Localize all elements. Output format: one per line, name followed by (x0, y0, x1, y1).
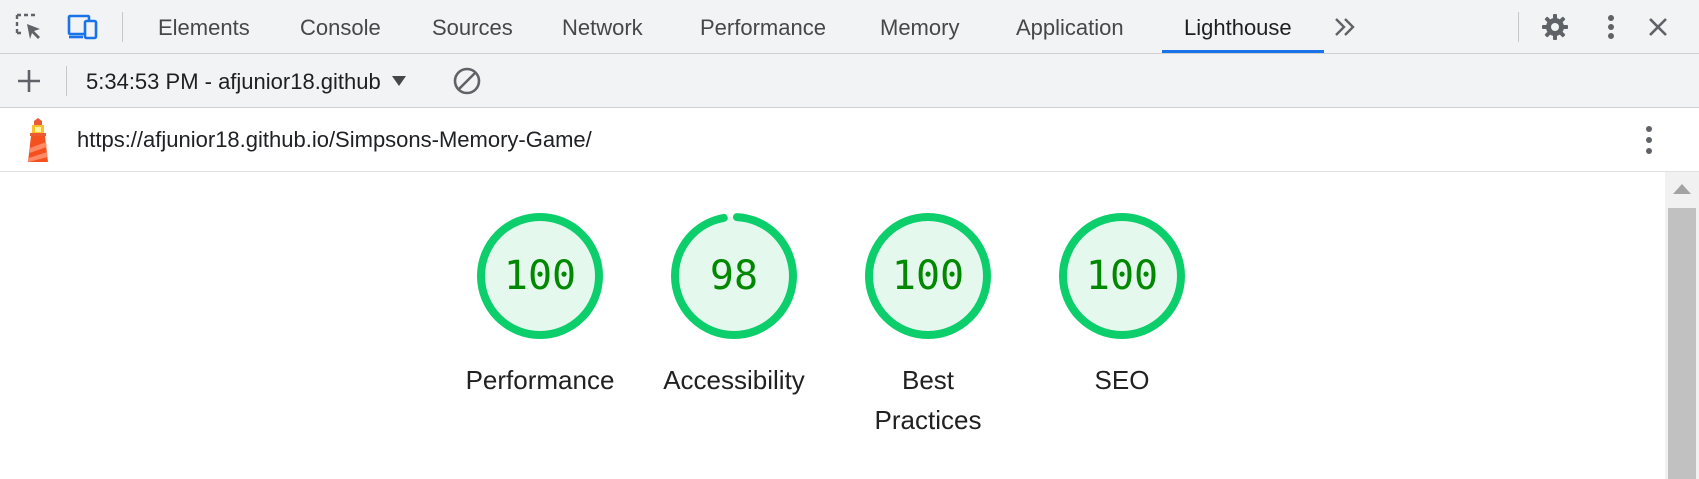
score-value: 100 (503, 253, 577, 299)
inspect-element-icon[interactable] (12, 10, 46, 44)
score-value: 100 (891, 253, 965, 299)
tab-memory[interactable]: Memory (880, 0, 959, 54)
devtools-tab-bar: Elements Console Sources Network Perform… (0, 0, 1699, 54)
toolbar-divider (1518, 12, 1519, 42)
clear-circle-icon[interactable] (450, 64, 484, 98)
device-toolbar-icon[interactable] (66, 10, 100, 44)
tab-performance[interactable]: Performance (700, 0, 826, 54)
report-url-bar: https://afjunior18.github.io/Simpsons-Me… (0, 108, 1699, 172)
report-selector-label: 5:34:53 PM - afjunior18.github (86, 69, 381, 94)
close-icon[interactable] (1641, 10, 1675, 44)
kebab-menu-icon[interactable] (1632, 123, 1666, 157)
score-label: Best Practices (874, 365, 982, 435)
plus-icon[interactable] (12, 64, 46, 98)
toolbar-divider (66, 66, 67, 96)
score-value: 100 (1085, 253, 1159, 299)
tab-console[interactable]: Console (300, 0, 381, 54)
lighthouse-report: 100 Performance 98 Accessibility 100 Bes… (0, 172, 1665, 479)
active-tab-indicator (1162, 50, 1324, 53)
toolbar-divider (122, 12, 123, 42)
tab-sources[interactable]: Sources (432, 0, 513, 54)
triangle-down-icon (391, 76, 406, 86)
report-url: https://afjunior18.github.io/Simpsons-Me… (77, 127, 592, 152)
report-selector[interactable]: 5:34:53 PM - afjunior18.github (86, 54, 407, 108)
chevron-double-right-icon[interactable] (1328, 10, 1362, 44)
score-label: Accessibility (663, 365, 805, 395)
lighthouse-logo-icon (18, 116, 58, 164)
tab-lighthouse[interactable]: Lighthouse (1184, 0, 1292, 54)
score-value: 98 (709, 253, 759, 299)
gear-icon[interactable] (1538, 10, 1572, 44)
score-gauge-accessibility[interactable]: 98 Accessibility (649, 210, 819, 400)
kebab-menu-icon[interactable] (1594, 10, 1628, 44)
score-label: Performance (465, 365, 615, 395)
score-gauge-best-practices[interactable]: 100 Best Practices (843, 210, 1013, 440)
score-gauge-performance[interactable]: 100 Performance (455, 210, 625, 400)
score-label: SEO (1094, 365, 1150, 395)
tab-application[interactable]: Application (1016, 0, 1124, 54)
scroll-thumb[interactable] (1668, 208, 1696, 479)
scroll-up-arrow-icon[interactable] (1673, 184, 1691, 194)
lighthouse-toolbar: 5:34:53 PM - afjunior18.github (0, 54, 1699, 108)
score-gauge-seo[interactable]: 100 SEO (1037, 210, 1207, 400)
tab-elements[interactable]: Elements (158, 0, 250, 54)
tab-network[interactable]: Network (562, 0, 643, 54)
report-scrollbar[interactable] (1665, 172, 1699, 479)
